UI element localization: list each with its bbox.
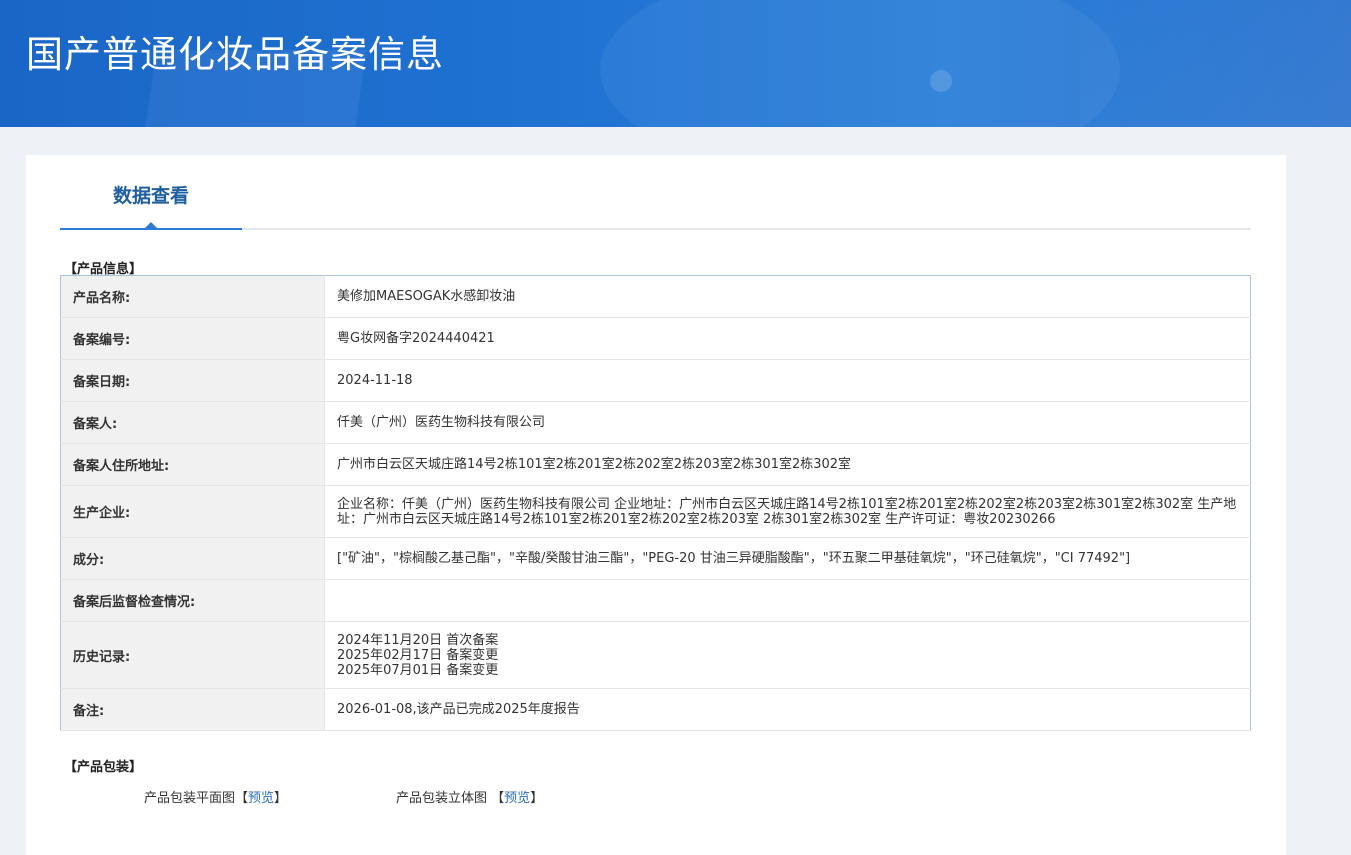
history-entry: 2024年11月20日 首次备案 [337,632,499,648]
info-key-manufacturer: 生产企业: [60,485,325,538]
package-solid-row: 产品包装立体图 【预览】 [396,787,543,806]
info-row-filing-number: 备案编号: 粤G妆网备字2024440421 [60,317,1251,360]
info-key-filing-number: 备案编号: [60,317,325,360]
bracket-open: 【 [491,791,505,806]
bracket-open: 【 [235,791,249,806]
info-row-product-name: 产品名称: 美修加MAESOGAK水感卸妆油 [60,275,1251,318]
package-flat-label: 产品包装平面图 [144,791,236,806]
info-value-remarks: 2026-01-08,该产品已完成2025年度报告 [324,688,1251,731]
product-info-table: 产品名称: 美修加MAESOGAK水感卸妆油 备案编号: 粤G妆网备字20244404… [60,275,1251,731]
info-key-remarks: 备注: [60,688,325,731]
info-value-post-filing-inspection [324,579,1251,622]
package-solid-preview-link[interactable]: 预览 [504,791,530,806]
info-key-ingredients: 成分: [60,537,325,580]
info-row-filer: 备案人: 仟美（广州）医药生物科技有限公司 [60,401,1251,444]
info-value-filer-address: 广州市白云区天城庄路14号2栋101室2栋201室2栋202室2栋203室2栋3… [324,443,1251,486]
package-flat-preview-link[interactable]: 预览 [248,791,274,806]
package-flat-row: 产品包装平面图【预览】 [144,787,287,806]
tab-active-caret-icon [145,222,157,228]
info-key-history: 历史记录: [60,621,325,689]
info-row-filer-address: 备案人住所地址: 广州市白云区天城庄路14号2栋101室2栋201室2栋202室2… [60,443,1251,486]
banner-decoration [600,0,1120,127]
info-row-history: 历史记录: 2024年11月20日 首次备案 2025年02月17日 备案变更 202… [60,621,1251,689]
info-key-product-name: 产品名称: [60,275,325,318]
info-row-ingredients: 成分: ["矿油"，"棕榈酸乙基己酯"，"辛酸/癸酸甘油三酯"，"PEG-20 甘… [60,537,1251,580]
info-value-filing-number: 粤G妆网备字2024440421 [324,317,1251,360]
banner-decoration [930,70,952,92]
info-value-history: 2024年11月20日 首次备案 2025年02月17日 备案变更 2025年07月… [324,621,1251,689]
info-key-filer: 备案人: [60,401,325,444]
info-value-product-name: 美修加MAESOGAK水感卸妆油 [324,275,1251,318]
history-entry: 2025年07月01日 备案变更 [337,662,499,678]
banner-decoration [1080,0,1351,127]
info-value-filer: 仟美（广州）医药生物科技有限公司 [324,401,1251,444]
info-row-remarks: 备注: 2026-01-08,该产品已完成2025年度报告 [60,688,1251,731]
content-card: 数据查看 【产品信息】 产品名称: 美修加MAESOGAK水感卸妆油 备案编号: 粤G… [26,155,1286,855]
info-row-post-filing-inspection: 备案后监督检查情况: [60,579,1251,622]
info-key-post-filing-inspection: 备案后监督检查情况: [60,579,325,622]
bracket-close: 】 [274,791,288,806]
history-entry: 2025年02月17日 备案变更 [337,647,499,663]
info-row-manufacturer: 生产企业: 企业名称：仟美（广州）医药生物科技有限公司 企业地址：广州市白云区天城… [60,485,1251,538]
info-key-filer-address: 备案人住所地址: [60,443,325,486]
info-value-filing-date: 2024-11-18 [324,359,1251,402]
info-key-filing-date: 备案日期: [60,359,325,402]
tab-bar: 数据查看 [60,155,1251,230]
page-title: 国产普通化妆品备案信息 [26,33,444,76]
package-solid-label: 产品包装立体图 [396,791,488,806]
page-banner: 国产普通化妆品备案信息 [0,0,1351,127]
tab-data-view[interactable]: 数据查看 [60,155,242,230]
info-row-filing-date: 备案日期: 2024-11-18 [60,359,1251,402]
info-value-ingredients: ["矿油"，"棕榈酸乙基己酯"，"辛酸/癸酸甘油三酯"，"PEG-20 甘油三异… [324,537,1251,580]
bracket-close: 】 [530,791,544,806]
section-title-product-package: 【产品包装】 [64,760,143,775]
info-value-manufacturer: 企业名称：仟美（广州）医药生物科技有限公司 企业地址：广州市白云区天城庄路14号… [324,485,1251,538]
